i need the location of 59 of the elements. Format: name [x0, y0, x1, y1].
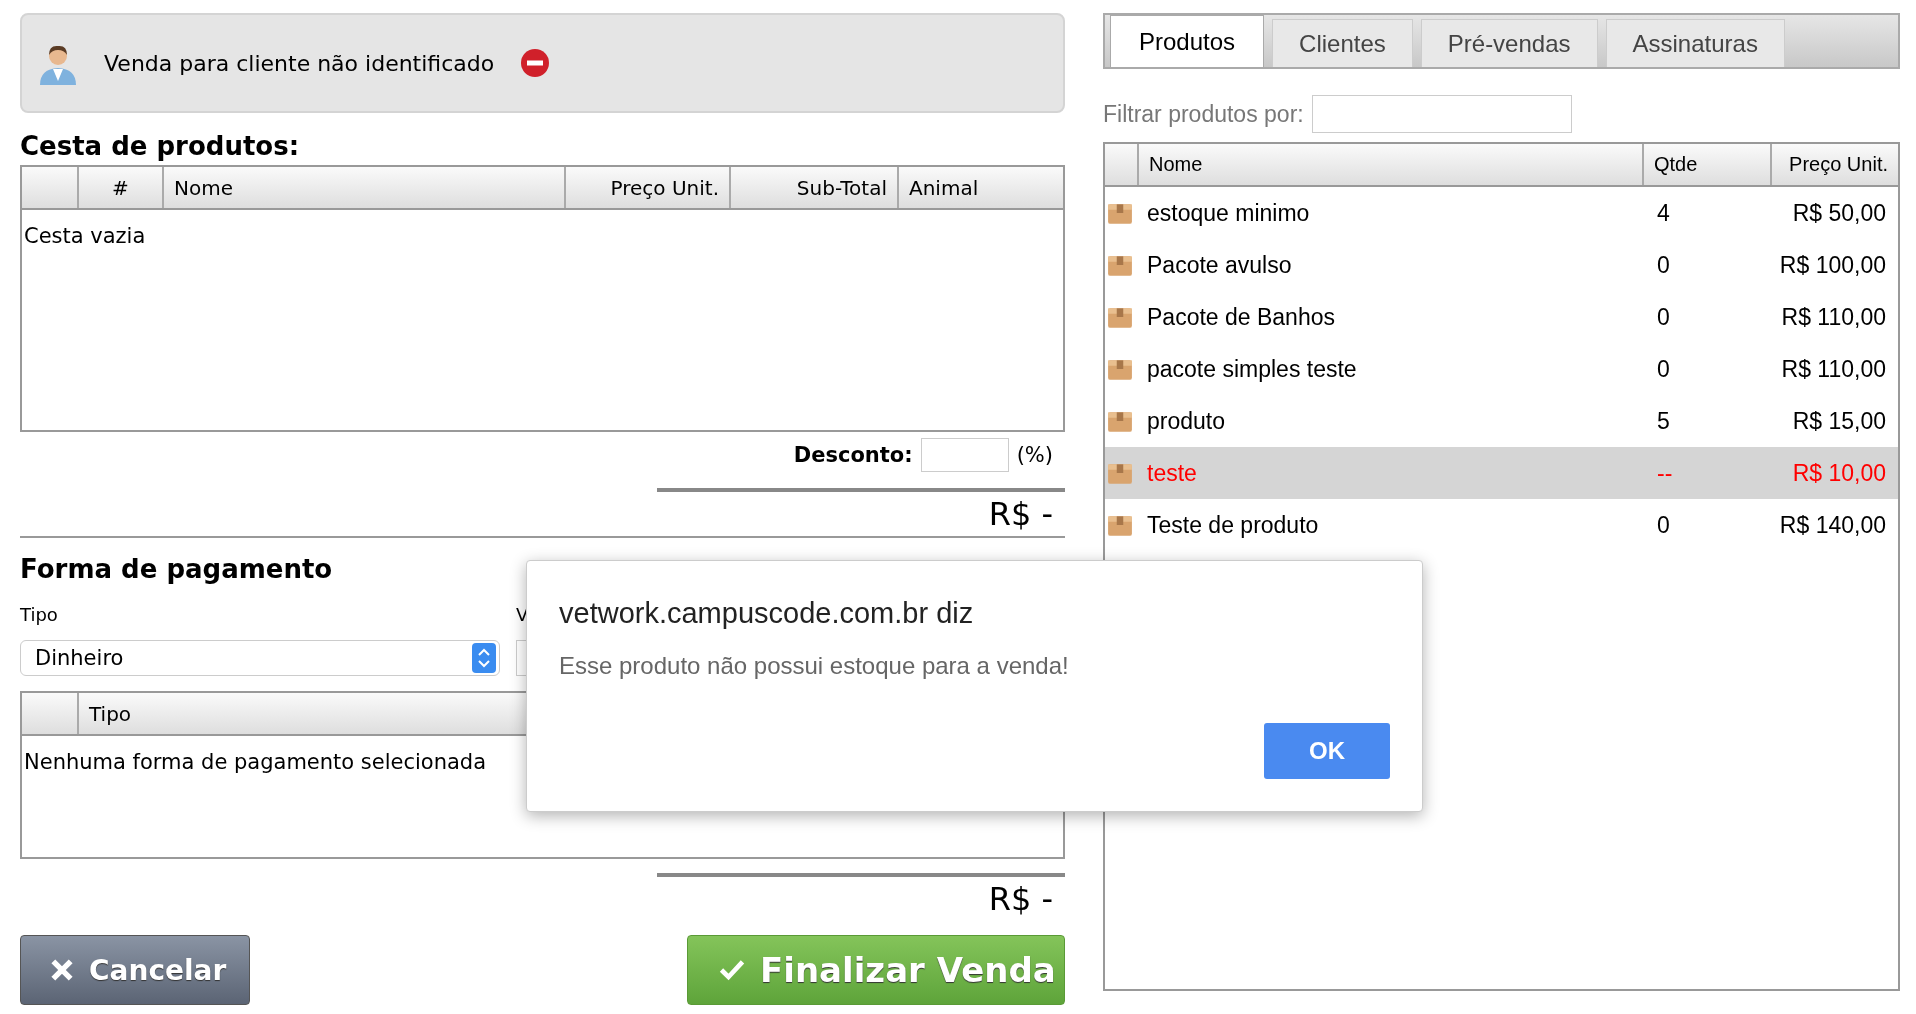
unit-price: R$ 10,00	[1791, 459, 1887, 487]
product-name: pacote simples teste	[1146, 355, 1358, 383]
unit-price: R$ 140,00	[1778, 511, 1887, 539]
product-name: Teste de produto	[1146, 511, 1320, 539]
product-name: Pacote de Banhos	[1146, 303, 1336, 331]
product-name: estoque minimo	[1146, 199, 1311, 227]
filter-field[interactable]	[1311, 95, 1572, 133]
dialog-title: vetwork.campuscode.com.br diz	[559, 597, 975, 630]
product-name: teste	[1146, 459, 1198, 487]
product-row[interactable]: produto 5 R$ 15,00	[1105, 395, 1898, 447]
payment-type-select[interactable]: Dinheiro	[20, 640, 500, 676]
quantity: 0	[1656, 511, 1671, 539]
quantity: 0	[1656, 251, 1671, 279]
tab[interactable]: Assinaturas	[1605, 19, 1785, 67]
product-row[interactable]: Pacote avulso 0 R$ 100,00	[1105, 239, 1898, 291]
tab[interactable]: Clientes	[1272, 19, 1413, 67]
tab[interactable]: Pré-vendas	[1420, 19, 1598, 67]
dialog-message: Esse produto não possui estoque para a venda!	[559, 652, 1070, 680]
column-header: Preço Unit.	[564, 167, 729, 208]
column-header: Animal	[897, 167, 1063, 208]
column-header: Qtde	[1642, 144, 1770, 185]
column-header: Sub-Total	[729, 167, 897, 208]
quantity: 0	[1656, 355, 1671, 383]
quantity: 4	[1656, 199, 1671, 227]
remove-icon[interactable]	[520, 48, 551, 78]
total-amount: R$ -	[988, 495, 1053, 533]
unit-price: R$ 100,00	[1778, 251, 1887, 279]
stepper-arrows-icon	[472, 643, 496, 673]
discount-field[interactable]	[920, 438, 1009, 472]
tab[interactable]: Produtos	[1110, 15, 1265, 67]
empty-message: Cesta vazia	[24, 224, 146, 248]
filter-label: Filtrar produtos por:	[1103, 100, 1304, 128]
column-header: Nome	[162, 167, 564, 208]
product-row[interactable]: Teste de produto 0 R$ 140,00	[1105, 499, 1898, 551]
product-row[interactable]: Pacote de Banhos 0 R$ 110,00	[1105, 291, 1898, 343]
percent-label: (%)	[1016, 443, 1053, 467]
unit-price: R$ 110,00	[1780, 303, 1887, 331]
section-title: Cesta de produtos:	[20, 130, 301, 163]
total-amount: R$ -	[988, 880, 1053, 918]
quantity: 0	[1656, 303, 1671, 331]
cancel-button[interactable]: Cancelar	[20, 935, 250, 1005]
field-label: Tipo	[20, 604, 59, 627]
unit-price: R$ 50,00	[1791, 199, 1887, 227]
column-header: Preço Unit.	[1770, 144, 1898, 185]
empty-message: Nenhuma forma de pagamento selecionada	[24, 750, 487, 774]
customer-label: Venda para cliente não identificado	[104, 50, 495, 76]
discount-label: Desconto:	[793, 443, 913, 467]
unit-price: R$ 110,00	[1780, 355, 1887, 383]
close-icon	[49, 957, 75, 983]
product-row[interactable]: estoque minimo 4 R$ 50,00	[1105, 187, 1898, 239]
product-name: Pacote avulso	[1146, 251, 1293, 279]
product-row[interactable]: pacote simples teste 0 R$ 110,00	[1105, 343, 1898, 395]
quantity: --	[1656, 459, 1674, 487]
column-header: Nome	[1137, 144, 1642, 185]
column-header: #	[77, 167, 162, 208]
quantity: 5	[1656, 407, 1671, 435]
product-name: produto	[1146, 407, 1226, 435]
unit-price: R$ 15,00	[1791, 407, 1887, 435]
section-title: Forma de pagamento	[20, 553, 334, 586]
